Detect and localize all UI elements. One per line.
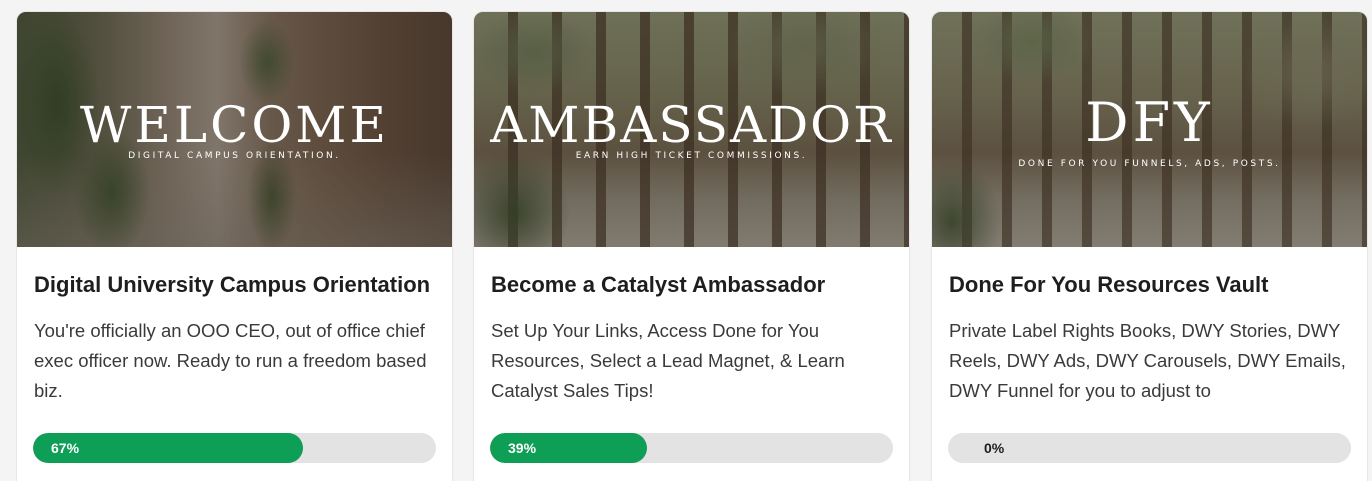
progress-label: 67% — [51, 440, 80, 456]
thumbnail-subtitle: DIGITAL CAMPUS ORIENTATION. — [128, 151, 341, 161]
course-description: Set Up Your Links, Access Done for You R… — [491, 320, 845, 401]
progress-label: 39% — [508, 440, 537, 456]
progress-label: 0% — [984, 440, 1005, 456]
progress-bar: 39% — [490, 433, 893, 463]
course-title[interactable]: Done For You Resources Vault — [949, 272, 1353, 298]
course-title[interactable]: Become a Catalyst Ambassador — [491, 272, 895, 298]
course-description: Private Label Rights Books, DWY Stories,… — [949, 320, 1346, 401]
thumbnail-subtitle: EARN HIGH TICKET COMMISSIONS. — [575, 151, 808, 161]
progress-bar: 0% — [948, 433, 1351, 463]
thumbnail-title: AMBASSADOR — [490, 96, 893, 154]
course-card-dfy[interactable]: DFY DONE FOR YOU FUNNELS, ADS, POSTS. Do… — [931, 11, 1368, 481]
course-thumbnail[interactable]: WELCOME DIGITAL CAMPUS ORIENTATION. — [17, 12, 452, 247]
course-title[interactable]: Digital University Campus Orientation — [34, 272, 438, 298]
course-thumbnail[interactable]: DFY DONE FOR YOU FUNNELS, ADS, POSTS. — [932, 12, 1367, 247]
course-description: You're officially an OOO CEO, out of off… — [34, 320, 427, 401]
thumbnail-subtitle: DONE FOR YOU FUNNELS, ADS, POSTS. — [1018, 159, 1281, 169]
course-card-ambassador[interactable]: AMBASSADOR EARN HIGH TICKET COMMISSIONS.… — [473, 11, 910, 481]
thumbnail-title: WELCOME — [79, 96, 390, 154]
thumbnail-title: DFY — [1085, 91, 1214, 154]
course-thumbnail[interactable]: AMBASSADOR EARN HIGH TICKET COMMISSIONS. — [474, 12, 909, 247]
course-card-welcome[interactable]: WELCOME DIGITAL CAMPUS ORIENTATION. Digi… — [16, 11, 453, 481]
progress-bar: 67% — [33, 433, 436, 463]
course-grid: WELCOME DIGITAL CAMPUS ORIENTATION. Digi… — [16, 11, 1372, 481]
